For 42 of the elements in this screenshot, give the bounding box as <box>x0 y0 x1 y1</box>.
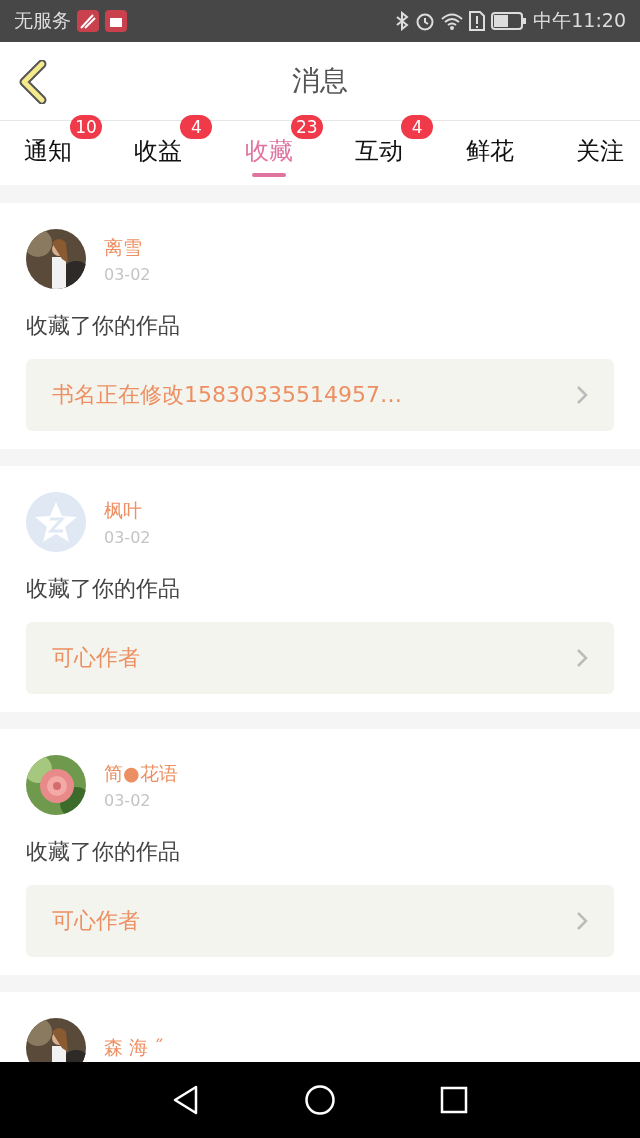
message-text: 收藏了你的作品 <box>26 312 181 340</box>
clock-text: 中午11:20 <box>533 8 626 33</box>
carrier-text: 无服务 <box>14 8 71 33</box>
count-badge: 4 <box>180 115 213 139</box>
message-text: 收藏了你的作品 <box>26 575 181 603</box>
tab-underline <box>251 173 286 177</box>
recents-nav-icon[interactable] <box>440 1086 468 1114</box>
count-badge: 23 <box>290 115 323 139</box>
back-icon[interactable] <box>18 60 48 104</box>
user-name[interactable]: 离雪 <box>104 234 151 261</box>
home-nav-icon[interactable] <box>304 1084 336 1116</box>
count-badge: 4 <box>401 115 434 139</box>
user-name[interactable]: 简●花语 <box>104 760 178 787</box>
alarm-icon <box>415 11 436 31</box>
message-date: 03-02 <box>104 264 151 284</box>
tab[interactable]: 鲜花 <box>465 121 514 185</box>
wifi-icon <box>441 12 464 30</box>
book-link[interactable]: 可心作者 <box>26 885 614 957</box>
book-link[interactable]: 可心作者 <box>26 622 614 694</box>
sim-alert-icon <box>469 11 486 31</box>
tab[interactable]: 收益 <box>134 121 183 185</box>
page-title: 消息 <box>292 63 348 99</box>
user-name[interactable]: 森 海 ˝ <box>104 1035 164 1061</box>
tab[interactable]: 关注 <box>575 121 624 185</box>
chevron-right-icon <box>576 385 588 405</box>
chevron-right-icon <box>576 648 588 668</box>
message-date: 03-02 <box>104 527 151 547</box>
chevron-right-icon <box>576 911 588 931</box>
bluetooth-icon <box>395 11 410 31</box>
shop-notification-icon <box>105 10 127 32</box>
default-avatar-icon <box>26 492 86 552</box>
user-name[interactable]: 枫叶 <box>104 497 151 524</box>
book-link[interactable]: 书名正在修改15830335514957… <box>26 359 614 431</box>
tab[interactable]: 通知 <box>24 121 72 185</box>
tab[interactable]: 互动 <box>355 121 404 185</box>
tab[interactable]: 收藏 <box>244 121 293 185</box>
app-notification-icon <box>77 10 99 32</box>
message-date: 03-02 <box>104 790 152 810</box>
back-nav-icon[interactable] <box>172 1084 200 1116</box>
count-badge: 10 <box>70 115 102 139</box>
message-text: 收藏了你的作品 <box>26 838 181 866</box>
battery-icon <box>491 12 528 30</box>
